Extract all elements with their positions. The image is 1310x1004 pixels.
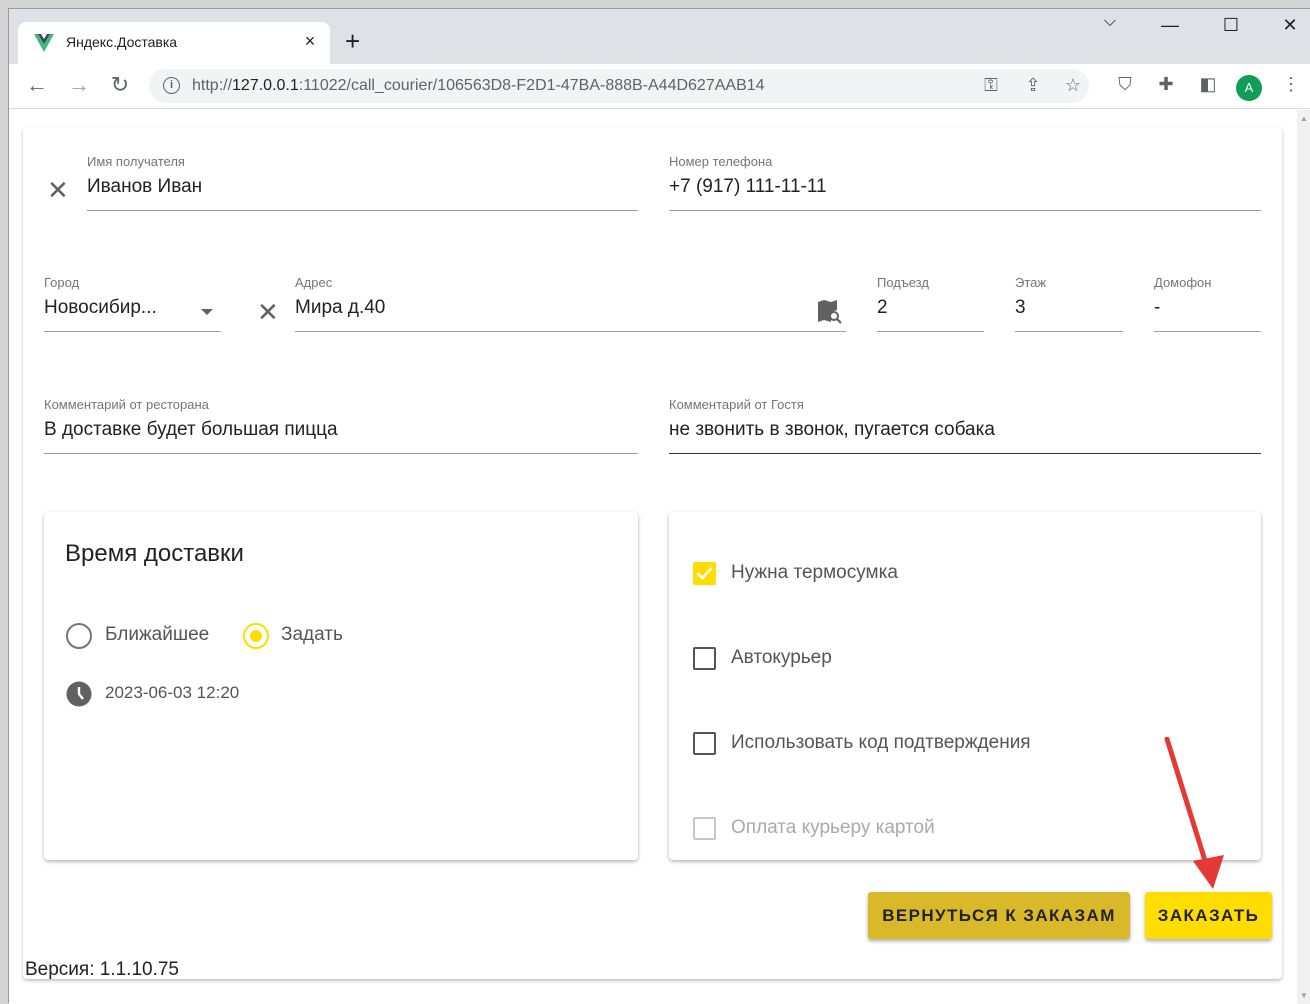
browser-toolbar: ← → ↻ i http://127.0.0.1:11022/call_cour… xyxy=(9,64,1310,109)
intercom-underline xyxy=(1154,331,1261,332)
order-card: ✕ Имя получателя Иванов Иван Номер телеф… xyxy=(23,127,1282,979)
vertical-scrollbar[interactable]: ▲ ▼ xyxy=(1297,110,1310,1004)
checkbox-thermo-bag[interactable] xyxy=(693,562,716,585)
recipient-underline xyxy=(87,210,638,211)
share-icon[interactable]: ⇪ xyxy=(1021,75,1045,96)
back-to-orders-button[interactable]: ВЕРНУТЬСЯ К ЗАКАЗАМ xyxy=(868,892,1130,939)
entrance-label: Подъезд xyxy=(877,275,929,290)
address-value[interactable]: Мира д.40 xyxy=(295,297,385,319)
scroll-down-icon[interactable]: ▼ xyxy=(1300,991,1308,1000)
clear-address-icon[interactable]: ✕ xyxy=(257,297,279,328)
side-panel-icon[interactable]: ◧ xyxy=(1196,74,1220,95)
city-select[interactable]: Город Новосибир... xyxy=(44,275,221,332)
delivery-datetime[interactable]: 2023-06-03 12:20 xyxy=(105,683,239,703)
star-icon[interactable]: ☆ xyxy=(1061,75,1085,96)
restaurant-comment-field[interactable]: Комментарий от ресторана В доставке буде… xyxy=(44,397,638,454)
guest-comment-label: Комментарий от Гостя xyxy=(669,397,804,412)
checkbox-card-payment-label: Оплата курьеру картой xyxy=(731,817,935,838)
checkmark-icon xyxy=(696,567,713,580)
city-label: Город xyxy=(44,275,80,290)
address-bar[interactable]: i http://127.0.0.1:11022/call_courier/10… xyxy=(149,69,1089,103)
browser-window: Яндекс.Доставка × + ⌵ — ☐ ✕ ← → ↻ i http… xyxy=(8,8,1310,1004)
app-version: Версия: 1.1.10.75 xyxy=(25,959,180,980)
new-tab-button[interactable]: + xyxy=(345,26,360,57)
address-underline xyxy=(295,331,846,332)
checkbox-confirm-code-label[interactable]: Использовать код подтверждения xyxy=(731,732,1031,754)
checkbox-thermo-bag-label[interactable]: Нужна термосумка xyxy=(731,562,898,584)
tab-close-icon[interactable]: × xyxy=(300,31,320,52)
address-field[interactable]: Адрес Мира д.40 xyxy=(295,275,846,332)
map-search-icon[interactable] xyxy=(816,298,842,324)
annotation-arrow-icon xyxy=(1164,737,1224,889)
floor-label: Этаж xyxy=(1015,275,1047,290)
restaurant-comment-underline xyxy=(44,453,638,454)
checkbox-auto-courier[interactable] xyxy=(693,647,716,670)
recipient-field[interactable]: Имя получателя Иванов Иван xyxy=(87,154,638,211)
vue-logo-icon xyxy=(34,34,54,52)
delivery-time-card: Время доставки Ближайшее Задать 2023-06-… xyxy=(44,512,638,860)
menu-icon[interactable]: ⋮ xyxy=(1279,74,1303,95)
chevron-down-icon[interactable] xyxy=(201,309,213,315)
key-icon[interactable]: ⚿ xyxy=(979,75,1003,96)
phone-underline xyxy=(669,210,1261,211)
checkbox-confirm-code[interactable] xyxy=(693,732,716,755)
entrance-underline xyxy=(877,331,984,332)
tab-search-icon[interactable]: ⌵ xyxy=(1095,13,1125,31)
profile-avatar[interactable]: A xyxy=(1236,75,1262,101)
checkbox-auto-courier-label[interactable]: Автокурьер xyxy=(731,647,832,669)
restaurant-comment-label: Комментарий от ресторана xyxy=(44,397,209,412)
minimize-icon[interactable]: — xyxy=(1155,15,1185,36)
tab-strip: Яндекс.Доставка × + ⌵ — ☐ ✕ xyxy=(9,9,1310,64)
floor-underline xyxy=(1015,331,1123,332)
clear-recipient-icon[interactable]: ✕ xyxy=(47,175,69,206)
url-text[interactable]: http://127.0.0.1:11022/call_courier/1065… xyxy=(192,77,765,95)
close-window-icon[interactable]: ✕ xyxy=(1275,15,1305,36)
address-label: Адрес xyxy=(295,275,333,290)
forward-icon[interactable]: → xyxy=(65,72,93,98)
scroll-up-icon[interactable]: ▲ xyxy=(1300,114,1308,123)
reload-icon[interactable]: ↻ xyxy=(106,72,134,98)
browser-tab[interactable]: Яндекс.Доставка × xyxy=(18,22,330,64)
intercom-label: Домофон xyxy=(1154,275,1212,290)
guest-comment-underline xyxy=(669,452,1261,454)
info-icon[interactable]: i xyxy=(163,77,180,94)
intercom-value[interactable]: - xyxy=(1154,297,1160,319)
city-value[interactable]: Новосибир... xyxy=(44,297,157,319)
checkbox-card-payment xyxy=(693,817,716,840)
floor-field[interactable]: Этаж 3 xyxy=(1015,275,1123,332)
city-underline xyxy=(44,331,221,332)
phone-value[interactable]: +7 (917) 111-11-11 xyxy=(669,176,827,198)
maximize-icon[interactable]: ☐ xyxy=(1216,15,1246,36)
restaurant-comment-value[interactable]: В доставке будет большая пицца xyxy=(44,419,338,441)
back-icon[interactable]: ← xyxy=(23,72,51,98)
clock-icon xyxy=(66,681,92,707)
delivery-time-title: Время доставки xyxy=(65,540,244,567)
phone-label: Номер телефона xyxy=(669,154,773,169)
puzzle-icon[interactable]: ✚ xyxy=(1154,74,1178,95)
radio-nearest-label[interactable]: Ближайшее xyxy=(105,624,209,646)
guest-comment-value[interactable]: не звонить в звонок, пугается собака xyxy=(669,419,995,441)
radio-custom[interactable] xyxy=(243,623,269,649)
radio-custom-label[interactable]: Задать xyxy=(281,624,343,646)
order-button[interactable]: ЗАКАЗАТЬ xyxy=(1145,892,1272,939)
recipient-label: Имя получателя xyxy=(87,154,185,169)
radio-nearest[interactable] xyxy=(66,623,92,649)
entrance-field[interactable]: Подъезд 2 xyxy=(877,275,984,332)
guest-comment-field[interactable]: Комментарий от Гостя не звонить в звонок… xyxy=(669,397,1261,454)
intercom-field[interactable]: Домофон - xyxy=(1154,275,1261,332)
phone-field[interactable]: Номер телефона +7 (917) 111-11-11 xyxy=(669,154,1261,211)
tab-title: Яндекс.Доставка xyxy=(66,34,178,50)
page-viewport: ✕ Имя получателя Иванов Иван Номер телеф… xyxy=(9,110,1297,1004)
recipient-value[interactable]: Иванов Иван xyxy=(87,176,202,198)
floor-value[interactable]: 3 xyxy=(1015,297,1026,319)
entrance-value[interactable]: 2 xyxy=(877,297,888,319)
shield-extension-icon[interactable]: ⛉ xyxy=(1113,74,1137,95)
